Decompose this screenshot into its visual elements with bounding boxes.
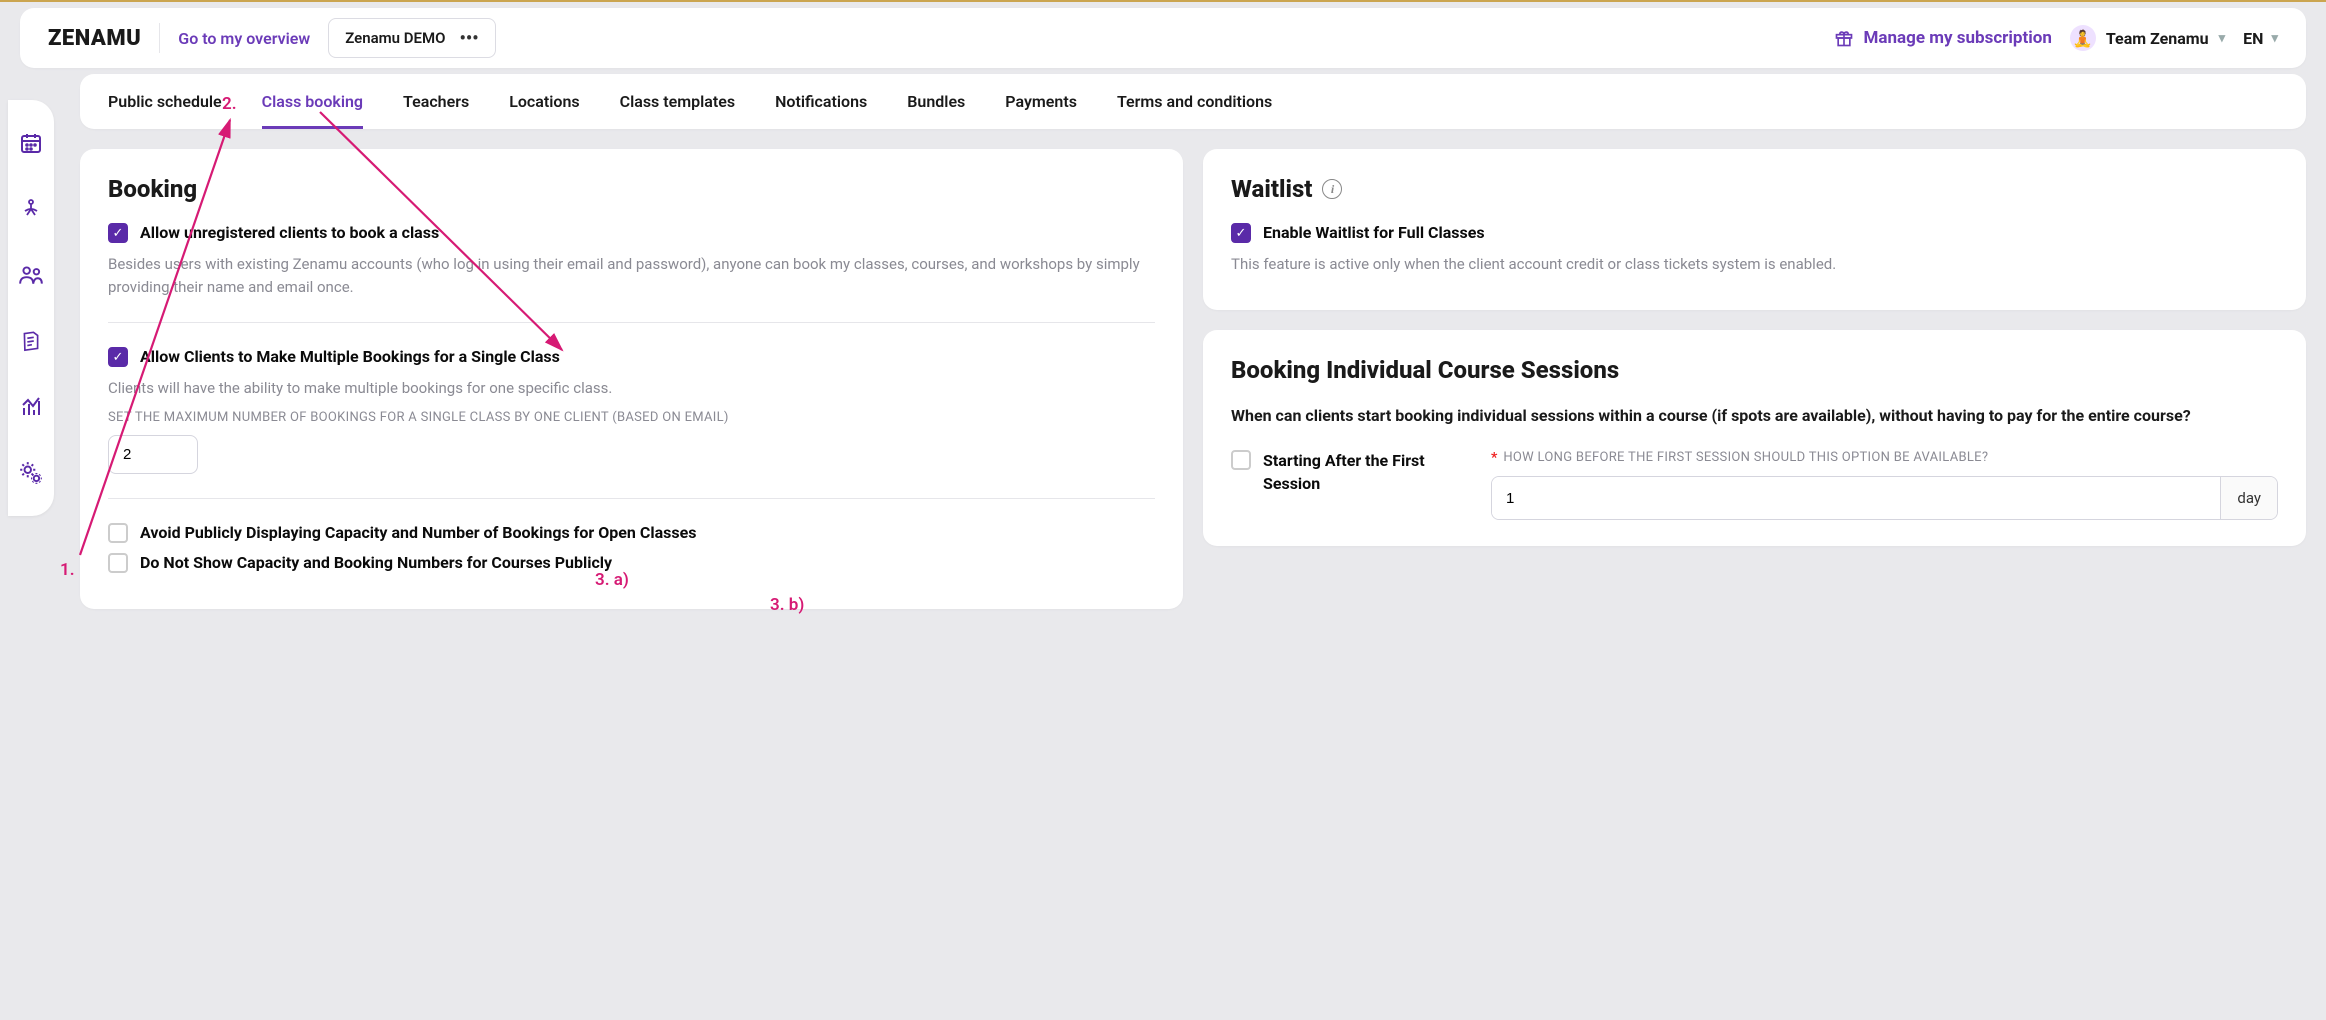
enable-waitlist-label: Enable Waitlist for Full Classes xyxy=(1263,223,1485,242)
individual-question: When can clients start booking individua… xyxy=(1231,404,2278,429)
waitlist-title-text: Waitlist xyxy=(1231,175,1312,203)
chart-icon[interactable] xyxy=(18,394,44,420)
sidebar xyxy=(8,100,54,516)
allow-unregistered-label: Allow unregistered clients to book a cla… xyxy=(140,223,439,242)
settings-icon[interactable] xyxy=(18,460,44,486)
avoid-capacity-courses-label: Do Not Show Capacity and Booking Numbers… xyxy=(140,553,612,572)
gift-icon xyxy=(1834,28,1854,48)
max-bookings-label: SET THE MAXIMUM NUMBER OF BOOKINGS FOR A… xyxy=(108,410,1155,425)
required-asterisk: * xyxy=(1491,450,1497,466)
team-name: Team Zenamu xyxy=(2106,29,2209,48)
how-long-unit: day xyxy=(2220,477,2277,519)
waitlist-title: Waitlist i xyxy=(1231,175,2278,203)
manage-subscription-link[interactable]: Manage my subscription xyxy=(1834,28,2052,48)
avoid-capacity-courses-checkbox[interactable] xyxy=(108,553,128,573)
how-long-label: HOW LONG BEFORE THE FIRST SESSION SHOULD… xyxy=(1503,450,1988,466)
org-name: Zenamu DEMO xyxy=(345,29,445,47)
allow-multiple-checkbox[interactable]: ✓ xyxy=(108,347,128,367)
how-long-input-group: day xyxy=(1491,476,2278,520)
manage-subscription-label: Manage my subscription xyxy=(1864,28,2052,48)
how-long-input[interactable] xyxy=(1492,477,2220,519)
tab-class-booking[interactable]: Class booking xyxy=(262,74,363,129)
more-icon: ••• xyxy=(459,34,478,43)
people-icon[interactable] xyxy=(18,262,44,288)
language-label: EN xyxy=(2243,29,2263,48)
enable-waitlist-checkbox[interactable]: ✓ xyxy=(1231,223,1251,243)
allow-multiple-label: Allow Clients to Make Multiple Bookings … xyxy=(140,347,560,366)
logo-text: ZENAMU xyxy=(48,26,141,51)
org-selector[interactable]: Zenamu DEMO ••• xyxy=(328,18,495,58)
tab-notifications[interactable]: Notifications xyxy=(775,74,867,129)
document-icon[interactable] xyxy=(18,328,44,354)
waitlist-card: Waitlist i ✓ Enable Waitlist for Full Cl… xyxy=(1203,149,2306,310)
booking-title: Booking xyxy=(108,175,1155,203)
booking-card: Booking ✓ Allow unregistered clients to … xyxy=(80,149,1183,609)
calendar-icon[interactable] xyxy=(18,130,44,156)
allow-unregistered-help: Besides users with existing Zenamu accou… xyxy=(108,253,1155,298)
info-icon[interactable]: i xyxy=(1322,179,1342,199)
start-after-first-checkbox[interactable] xyxy=(1231,450,1251,470)
max-bookings-input[interactable] xyxy=(108,435,198,474)
tab-bundles[interactable]: Bundles xyxy=(907,74,965,129)
tab-payments[interactable]: Payments xyxy=(1005,74,1077,129)
avatar-icon: 🧘 xyxy=(2070,25,2096,51)
language-selector[interactable]: EN ▾ xyxy=(2243,29,2278,48)
overview-link[interactable]: Go to my overview xyxy=(178,29,310,48)
waitlist-help: This feature is active only when the cli… xyxy=(1231,253,2278,276)
avoid-capacity-open-checkbox[interactable] xyxy=(108,523,128,543)
chevron-down-icon: ▾ xyxy=(2271,31,2278,46)
tab-terms[interactable]: Terms and conditions xyxy=(1117,74,1272,129)
avoid-capacity-open-label: Avoid Publicly Displaying Capacity and N… xyxy=(140,523,696,542)
allow-multiple-help: Clients will have the ability to make mu… xyxy=(108,377,1155,400)
individual-title: Booking Individual Course Sessions xyxy=(1231,356,2278,384)
yoga-icon[interactable] xyxy=(18,196,44,222)
team-selector[interactable]: 🧘 Team Zenamu ▾ xyxy=(2070,25,2225,51)
allow-unregistered-checkbox[interactable]: ✓ xyxy=(108,223,128,243)
tab-teachers[interactable]: Teachers xyxy=(403,74,469,129)
start-after-first-label: Starting After the First Session xyxy=(1263,450,1461,495)
individual-sessions-card: Booking Individual Course Sessions When … xyxy=(1203,330,2306,547)
chevron-down-icon: ▾ xyxy=(2219,31,2226,46)
divider xyxy=(159,23,160,53)
header-bar: ZENAMU Go to my overview Zenamu DEMO •••… xyxy=(20,8,2306,68)
annotation-1: 1. xyxy=(60,560,75,580)
tab-class-templates[interactable]: Class templates xyxy=(620,74,735,129)
logo: ZENAMU xyxy=(48,26,141,51)
tabs-bar: Public schedule Class booking Teachers L… xyxy=(80,74,2306,129)
tab-locations[interactable]: Locations xyxy=(509,74,579,129)
tab-public-schedule[interactable]: Public schedule xyxy=(108,74,222,129)
